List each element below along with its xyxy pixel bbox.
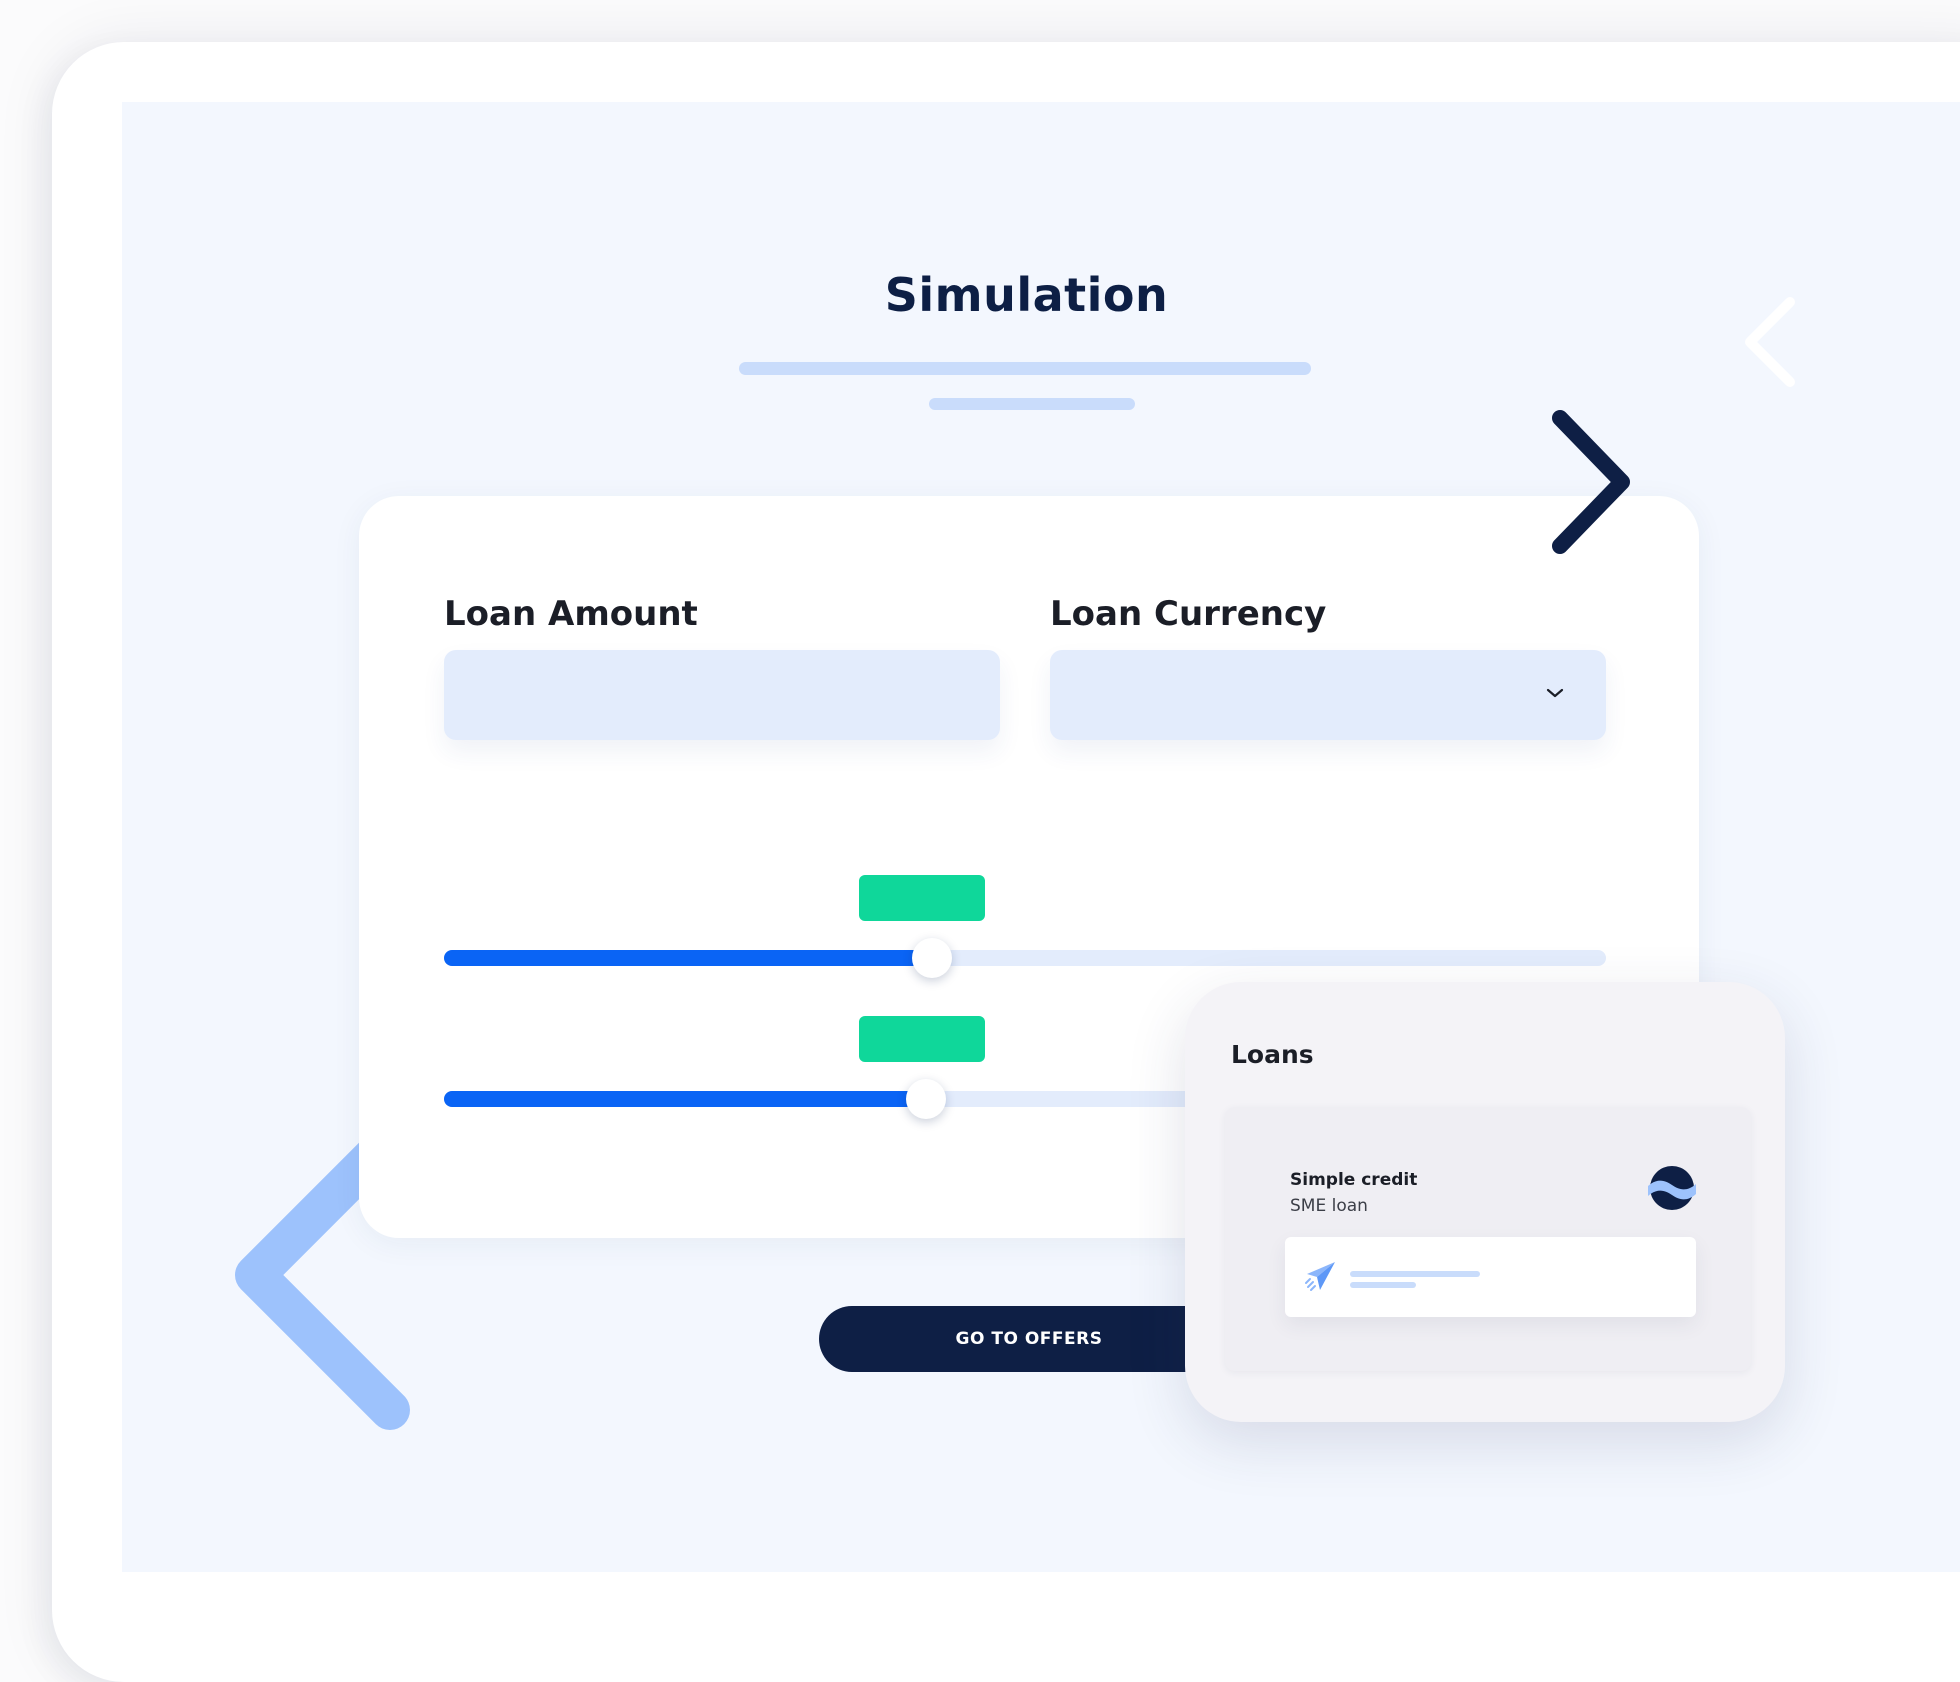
loan-amount-label: Loan Amount	[444, 594, 698, 634]
chevron-right-decoration-icon	[1552, 410, 1630, 554]
subtitle-placeholder-line	[929, 398, 1135, 410]
brand-logo-icon	[1648, 1166, 1696, 1210]
go-to-offers-button[interactable]: GO TO OFFERS	[819, 1306, 1239, 1372]
chevron-left-decoration-icon	[1745, 297, 1795, 387]
slider-thumb[interactable]	[912, 938, 953, 978]
chevron-down-icon[interactable]	[1546, 687, 1564, 699]
slider-thumb[interactable]	[906, 1079, 947, 1119]
page-title: Simulation	[884, 268, 1169, 322]
slider-value-badge	[859, 1016, 985, 1062]
slider-value-badge	[859, 875, 985, 921]
loan-slider-1[interactable]	[444, 938, 1606, 978]
loan-currency-select[interactable]	[1050, 650, 1606, 740]
subtitle-placeholder-line	[739, 362, 1311, 375]
placeholder-line	[1350, 1282, 1416, 1288]
loan-currency-label: Loan Currency	[1050, 594, 1327, 634]
loan-name: Simple credit	[1290, 1170, 1418, 1190]
slider-fill	[444, 1091, 927, 1107]
loan-amount-input[interactable]	[444, 650, 1000, 740]
loan-type: SME loan	[1290, 1196, 1368, 1216]
slider-fill	[444, 950, 933, 966]
loan-action-row[interactable]	[1285, 1237, 1696, 1317]
paper-plane-icon	[1305, 1262, 1335, 1291]
loans-panel-title: Loans	[1231, 1040, 1314, 1069]
placeholder-line	[1350, 1271, 1480, 1277]
